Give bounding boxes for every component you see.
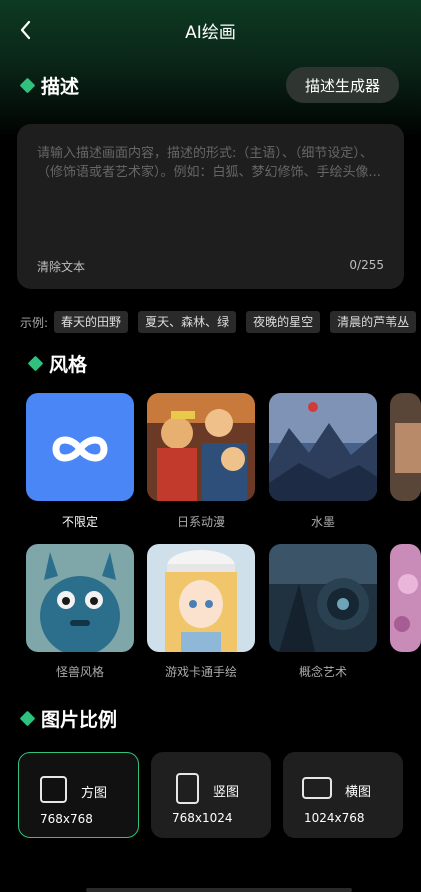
example-chip[interactable]: 夏天、森林、绿 [138, 311, 237, 333]
style-thumbnail-partial [390, 393, 421, 501]
style-card-ink[interactable] [269, 393, 377, 501]
describe-section-title: 描述 [19, 72, 80, 99]
examples-label: 示例: [20, 315, 49, 330]
examples-row: 示例: 春天的田野 夏天、森林、绿 夜晚的星空 清晨的芦苇丛 [20, 311, 421, 333]
style-label: 水墨 [310, 515, 335, 529]
monster-thumbnail [26, 544, 134, 652]
example-chip[interactable]: 清晨的芦苇丛 [330, 311, 417, 333]
page-title: AI绘画 [185, 23, 236, 43]
ratio-option-landscape[interactable]: 横图 1024x768 [283, 752, 403, 838]
game-cartoon-thumbnail [147, 544, 255, 652]
style-card-anime[interactable] [147, 393, 255, 501]
ratio-name: 竖图 [213, 785, 240, 800]
example-chip[interactable]: 夜晚的星空 [246, 311, 321, 333]
concept-art-thumbnail [269, 544, 377, 652]
infinity-icon [52, 436, 108, 462]
top-bar: AI绘画 [0, 0, 421, 62]
style-label: 概念艺术 [298, 665, 347, 679]
anime-thumbnail [147, 393, 255, 501]
ratio-section-title: 图片比例 [19, 705, 118, 732]
char-count: 0/255 [349, 258, 384, 272]
ink-thumbnail [269, 393, 377, 501]
style-label: 游戏卡通手绘 [164, 665, 237, 679]
ratio-size: 768x768 [40, 812, 93, 826]
style-card-partial[interactable] [390, 393, 421, 501]
ratio-size: 768x1024 [172, 811, 233, 825]
ratio-title-text: 图片比例 [41, 709, 118, 731]
style-card-concept-art[interactable] [269, 544, 377, 652]
portrait-ratio-icon [176, 773, 199, 804]
ratio-size: 1024x768 [304, 811, 365, 825]
ratio-name: 方图 [81, 786, 108, 801]
style-card-monster[interactable] [26, 544, 134, 652]
clear-text-button[interactable]: 清除文本 [37, 258, 85, 275]
style-label: 日系动漫 [176, 515, 225, 529]
diamond-bullet-icon [19, 77, 36, 94]
description-input[interactable]: 请输入描述画面内容，描述的形式:（主语）、（细节设定）、（修饰语或者艺术家）。例… [17, 124, 404, 289]
style-title-text: 风格 [49, 354, 88, 376]
style-card-unlimited[interactable] [26, 393, 134, 501]
ratio-option-portrait[interactable]: 竖图 768x1024 [151, 752, 271, 838]
home-indicator [86, 888, 352, 892]
diamond-bullet-icon [27, 355, 44, 372]
style-label: 怪兽风格 [55, 665, 104, 679]
example-chip[interactable]: 春天的田野 [54, 311, 129, 333]
diamond-bullet-icon [19, 710, 36, 727]
ratio-name: 横图 [345, 785, 372, 800]
square-ratio-icon [40, 776, 67, 803]
style-card-partial[interactable] [390, 544, 421, 652]
description-generator-button[interactable]: 描述生成器 [286, 67, 399, 103]
style-label: 不限定 [61, 515, 98, 529]
style-thumbnail-partial [390, 544, 421, 652]
style-section-title: 风格 [27, 350, 88, 377]
ratio-option-square[interactable]: 方图 768x768 [18, 752, 139, 838]
describe-title-text: 描述 [41, 76, 80, 98]
style-card-game-cartoon[interactable] [147, 544, 255, 652]
description-placeholder: 请输入描述画面内容，描述的形式:（主语）、（细节设定）、（修饰语或者艺术家）。例… [37, 146, 381, 180]
landscape-ratio-icon [302, 777, 332, 799]
